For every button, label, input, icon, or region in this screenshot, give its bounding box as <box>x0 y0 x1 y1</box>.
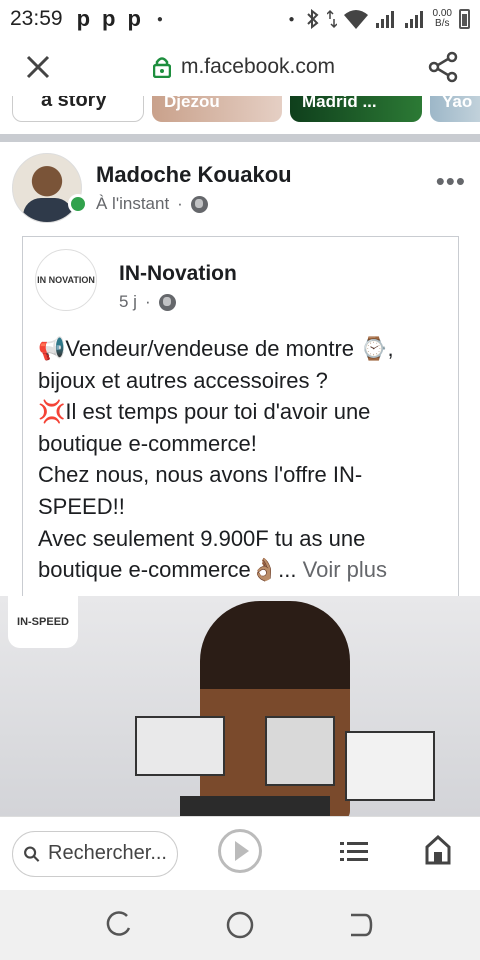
url-display[interactable]: m.facebook.com <box>60 55 428 79</box>
post-line: boutique e-commerce👌🏽... <box>38 557 297 583</box>
close-icon[interactable] <box>20 47 60 87</box>
post-line: bijoux et autres accessoires ? <box>38 367 328 393</box>
online-indicator <box>68 194 88 214</box>
post-meta: À l'instant · <box>96 194 208 214</box>
notification-icon: p <box>102 6 116 31</box>
url-text: m.facebook.com <box>180 55 336 78</box>
watch-box <box>345 731 435 801</box>
story-card[interactable]: Yao <box>430 96 480 122</box>
back-icon[interactable] <box>345 910 375 940</box>
more-options-icon[interactable]: ••• <box>436 166 466 197</box>
globe-icon <box>158 293 176 311</box>
search-icon <box>24 846 40 862</box>
watch-box <box>180 796 330 816</box>
page-logo-text: IN NOVATION <box>37 275 95 285</box>
page-logo[interactable]: IN NOVATION <box>35 249 97 311</box>
story-card[interactable]: Madrid ... <box>290 96 422 122</box>
see-more-link[interactable]: Voir plus <box>303 557 387 582</box>
share-icon[interactable] <box>428 51 460 83</box>
watch-box <box>265 716 335 786</box>
home-icon[interactable] <box>425 835 451 865</box>
play-icon[interactable] <box>218 829 262 873</box>
bluetooth-icon <box>306 9 319 29</box>
section-divider <box>0 134 480 142</box>
notification-icon: p <box>76 6 91 31</box>
status-dot: ● <box>288 13 295 25</box>
page-post-time[interactable]: 5 j <box>119 292 137 312</box>
data-arrows-icon <box>326 9 337 29</box>
globe-icon <box>190 195 208 213</box>
create-story-card[interactable]: a story <box>12 96 144 122</box>
meta-separator: · <box>144 292 151 311</box>
create-story-label: a story <box>41 96 107 111</box>
post-line: Chez nous, nous avons l'offre IN- <box>38 462 363 488</box>
post-line: 📢Vendeur/vendeuse de montre ⌚, <box>38 336 394 361</box>
post-text: 📢Vendeur/vendeuse de montre ⌚, bijoux et… <box>38 333 448 586</box>
post-line: SPEED!! <box>38 493 125 519</box>
page-post-meta: 5 j · <box>119 292 176 312</box>
stories-strip: a story Djezou Madrid ... Yao <box>0 96 480 132</box>
author-name[interactable]: Madoche Kouakou <box>96 162 292 188</box>
author-avatar[interactable] <box>12 153 82 223</box>
post-line: Avec seulement 9.900F tu as une <box>38 525 366 551</box>
post-line-last: boutique e-commerce👌🏽... Voir plus <box>38 554 448 586</box>
search-placeholder: Rechercher... <box>48 842 167 864</box>
page-name[interactable]: IN-Novation <box>119 262 237 286</box>
home-nav-icon[interactable] <box>225 910 255 940</box>
notification-dot: ● <box>156 13 163 25</box>
story-label: Yao <box>442 96 473 111</box>
image-badge: IN-SPEED <box>8 596 78 648</box>
status-bar: 23:59 p p p ● ● 0.00 B/s <box>0 0 480 38</box>
image-badge-text: IN-SPEED <box>17 616 69 628</box>
post-time[interactable]: À l'instant <box>96 194 169 214</box>
lock-icon <box>152 57 171 78</box>
menu-icon[interactable] <box>340 841 368 861</box>
signal-icon-2 <box>404 11 423 28</box>
android-nav-bar <box>0 890 480 960</box>
shared-post-card[interactable]: IN NOVATION IN-Novation 5 j · 📢Vendeur/v… <box>22 236 459 596</box>
meta-separator: · <box>177 194 183 213</box>
story-label: Djezou <box>164 96 220 111</box>
post-line: 💢Il est temps pour toi d'avoir une <box>38 399 371 425</box>
notification-icon: p <box>127 6 141 31</box>
story-card[interactable]: Djezou <box>152 96 282 122</box>
watch-box <box>135 716 225 776</box>
battery-icon <box>459 9 470 29</box>
avatar-figure <box>23 198 73 222</box>
post-line: boutique e-commerce! <box>38 430 257 456</box>
post-header: Madoche Kouakou À l'instant · ••• <box>0 150 480 230</box>
search-button[interactable]: Rechercher... <box>12 830 178 877</box>
signal-icon <box>375 11 394 28</box>
story-label: Madrid ... <box>302 96 377 111</box>
recents-icon[interactable] <box>105 910 135 940</box>
network-speed: 0.00 B/s <box>433 9 452 29</box>
status-time: 23:59 <box>10 7 63 30</box>
speed-unit: B/s <box>435 18 450 29</box>
browser-url-bar: m.facebook.com <box>0 38 480 96</box>
bottom-toolbar: Rechercher... <box>0 816 480 890</box>
wifi-icon <box>343 10 368 29</box>
